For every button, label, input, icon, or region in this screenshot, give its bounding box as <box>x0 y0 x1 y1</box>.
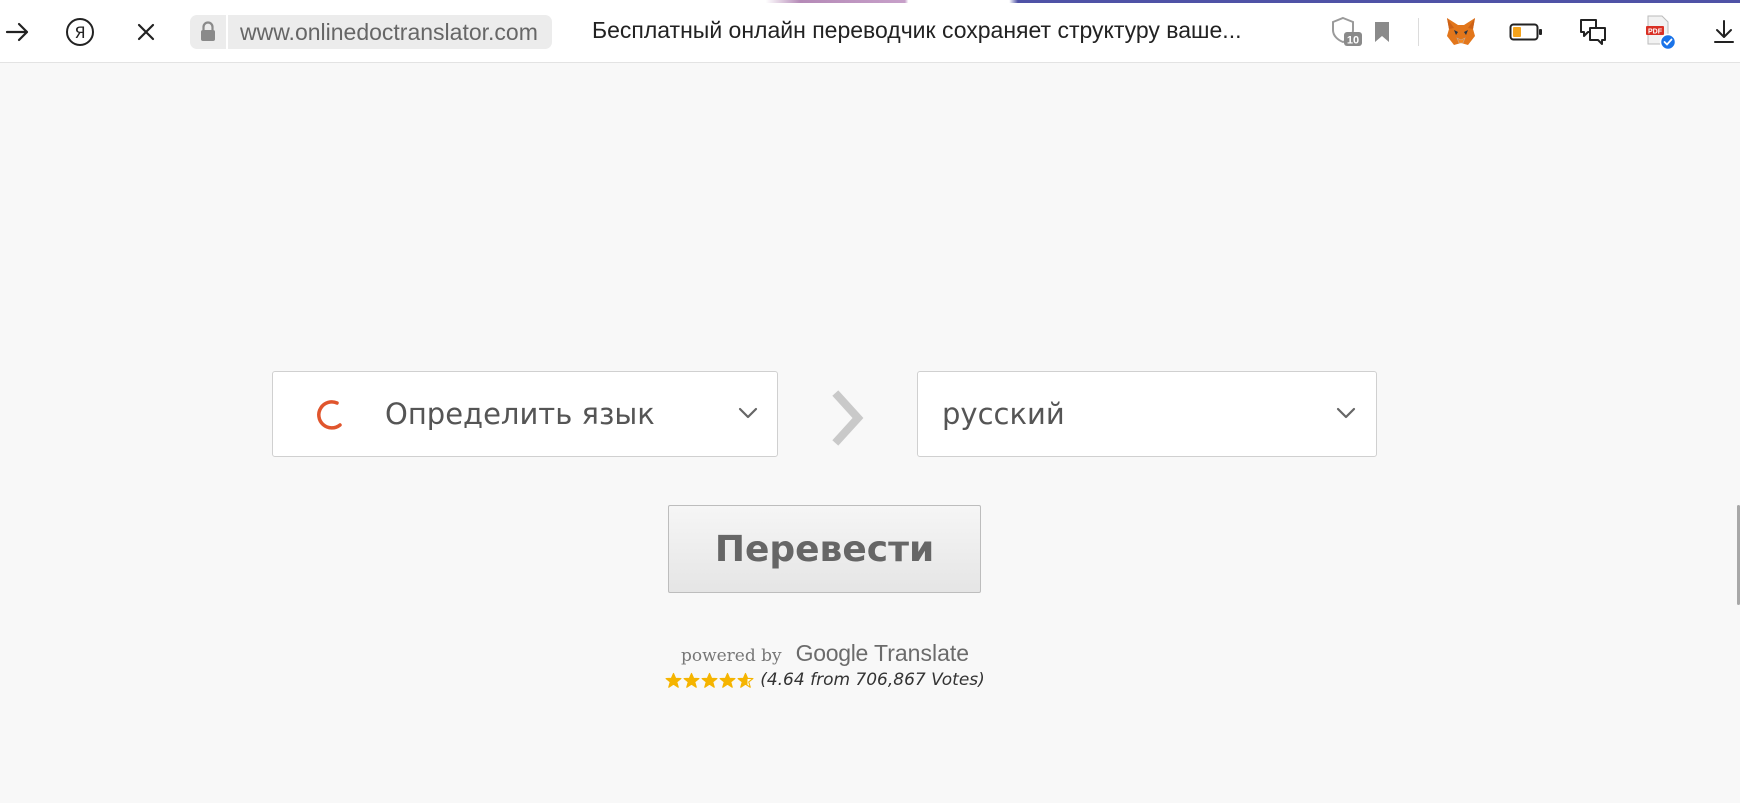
lock-icon[interactable] <box>190 15 226 49</box>
toolbar-divider <box>1418 18 1419 46</box>
translate-extension-button[interactable] <box>1575 14 1611 50</box>
page-title: Бесплатный онлайн переводчик сохраняет с… <box>592 17 1242 43</box>
star-icon <box>719 672 736 688</box>
source-language-select[interactable]: Определить язык <box>272 371 778 457</box>
loading-spinner-icon <box>317 400 342 430</box>
target-language-label: русский <box>942 397 1065 431</box>
pdf-extension-button[interactable]: PDF <box>1641 14 1677 50</box>
shield-badge-count: 10 <box>1347 35 1359 47</box>
download-icon <box>1714 20 1734 43</box>
chevron-down-icon <box>1336 407 1356 419</box>
translate-button[interactable]: Перевести <box>668 505 981 593</box>
powered-by-row: powered by Google Translate <box>0 640 1650 667</box>
address-bar[interactable]: www.onlinedoctranslator.com <box>190 14 552 50</box>
translate-brand-text: Translate <box>874 640 970 666</box>
powered-by-text: powered by <box>680 646 782 666</box>
rating-stars <box>665 672 754 689</box>
target-language-select[interactable]: русский <box>917 371 1377 457</box>
url-text[interactable]: www.onlinedoctranslator.com <box>228 15 552 49</box>
source-language-label: Определить язык <box>385 397 655 431</box>
star-icon <box>737 672 754 688</box>
browser-toolbar: Я www.onlinedoctranslator.com Бесплатный… <box>0 0 1740 63</box>
battery-saver-button[interactable] <box>1508 14 1544 50</box>
star-icon <box>683 672 700 688</box>
google-brand-text: Google <box>795 640 869 666</box>
page-scrollbar[interactable] <box>1736 63 1740 803</box>
rating-row: (4.64 from 706,867 Votes) <box>0 670 1650 690</box>
chat-bubbles-icon <box>1580 19 1606 45</box>
metamask-extension-button[interactable] <box>1443 14 1479 50</box>
downloads-button[interactable] <box>1706 14 1740 50</box>
bookmark-icon <box>1375 22 1389 42</box>
shield-icon: 10 <box>1332 16 1362 47</box>
chevron-down-icon <box>738 407 758 419</box>
stop-loading-button[interactable] <box>128 14 164 50</box>
chevron-right-icon <box>832 390 864 446</box>
tab-accent-line <box>0 0 1740 3</box>
yandex-logo-icon: Я <box>66 18 94 46</box>
svg-text:PDF: PDF <box>1648 29 1663 36</box>
star-icon <box>665 672 682 688</box>
forward-button[interactable] <box>0 14 36 50</box>
pdf-file-icon: PDF <box>1646 15 1676 50</box>
battery-icon <box>1509 23 1542 41</box>
google-translate-logo: Google Translate <box>796 640 969 667</box>
star-icon <box>701 672 718 688</box>
rating-text: (4.64 from 706,867 Votes) <box>760 670 985 690</box>
svg-text:Я: Я <box>74 23 85 42</box>
close-icon <box>137 23 155 41</box>
fox-icon <box>1447 18 1475 45</box>
yandex-button[interactable]: Я <box>62 14 98 50</box>
protect-shield-button[interactable]: 10 <box>1328 14 1364 50</box>
forward-arrow-icon <box>5 22 29 42</box>
bookmark-button[interactable] <box>1364 14 1400 50</box>
